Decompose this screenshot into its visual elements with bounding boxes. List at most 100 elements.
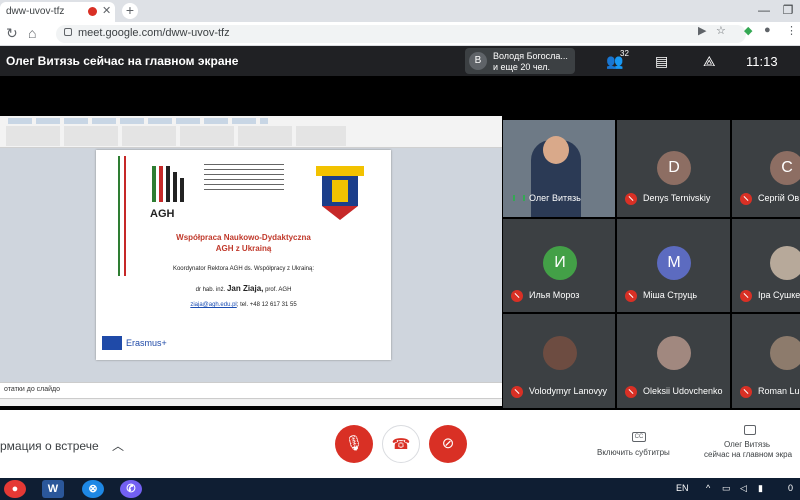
participant-name: Сергій Ов: [758, 193, 800, 203]
camera-toggle-button[interactable]: ⊘: [429, 425, 467, 463]
mic-muted-icon: [511, 290, 523, 302]
presenter-label-line2[interactable]: сейчас на главном экра: [704, 450, 792, 459]
agh-logo-icon: [152, 166, 184, 202]
participant-tile[interactable]: Олег Витязь: [503, 120, 615, 217]
presenting-title: Олег Витязь сейчас на главном экране: [6, 54, 239, 68]
participant-tile[interactable]: Oleksii Udovchenko: [617, 314, 730, 408]
avatar: М: [657, 246, 691, 280]
participants-chip[interactable]: В Володя Богосла... и еще 20 чел.: [465, 48, 575, 74]
app-taskbar-icon[interactable]: ⊗: [82, 480, 104, 498]
avatar: И: [543, 246, 577, 280]
meeting-details-button[interactable]: рмация о встрече ︿: [0, 437, 124, 454]
participant-tile[interactable]: D Denys Ternivskiy: [617, 120, 730, 217]
reload-icon[interactable]: ↻: [6, 25, 18, 42]
agh-description: [204, 164, 284, 192]
network-icon[interactable]: ▭: [722, 483, 731, 494]
chip-name: Володя Богосла...: [493, 51, 568, 61]
participant-name: Volodymyr Lanovyy: [529, 386, 608, 396]
chip-others: и еще 20 чел.: [493, 62, 551, 72]
mic-muted-icon: [625, 290, 637, 302]
avatar: [770, 246, 800, 280]
faculty-crest-icon: [316, 166, 364, 220]
browser-tab[interactable]: dww-uvov-tfz ✕: [0, 2, 115, 22]
hang-up-icon: ☎: [391, 436, 411, 453]
tab-close-icon[interactable]: ✕: [102, 4, 111, 17]
erasmus-label: Erasmus+: [126, 338, 167, 348]
meet-control-bar: рмация о встрече ︿ 🎙 ☎ ⊘ CC Включить суб…: [0, 410, 800, 478]
browser-tab-strip: dww-uvov-tfz ✕ + — ❐: [0, 0, 800, 22]
activities-icon[interactable]: ⟁: [703, 53, 716, 70]
address-bar[interactable]: meet.google.com/dww-uvov-tfz: [56, 25, 746, 43]
home-icon[interactable]: ⌂: [28, 25, 36, 41]
battery-icon[interactable]: ▮: [758, 483, 763, 494]
participant-count: 32: [620, 49, 629, 58]
participant-name: Іра Сушке: [758, 290, 800, 300]
mic-toggle-button[interactable]: 🎙: [335, 425, 373, 463]
participant-name: Илья Мороз: [529, 290, 580, 300]
avatar: [657, 336, 691, 370]
meeting-info-label: рмация о встрече: [0, 439, 99, 453]
ppt-statusbar: [0, 398, 502, 406]
avatar: [770, 336, 800, 370]
word-taskbar-icon[interactable]: W: [42, 480, 64, 498]
participant-tile[interactable]: М Міша Струць: [617, 219, 730, 312]
speaker-icon[interactable]: ◁: [740, 483, 747, 494]
green-line: [118, 156, 120, 276]
participant-tile[interactable]: Roman Lu: [732, 314, 800, 408]
viber-taskbar-icon[interactable]: ✆: [120, 480, 142, 498]
slide-name-line: dr hab. inż. Jan Ziaja, prof. AGH: [96, 284, 391, 293]
chevron-up-icon: ︿: [111, 439, 124, 453]
window-restore-button[interactable]: ❐: [776, 0, 800, 22]
meeting-stage: AGH Współpraca Naukowo-Dydaktyczna AGH z…: [0, 76, 800, 410]
mic-muted-icon: [625, 386, 637, 398]
ribbon-tabs: [8, 118, 268, 124]
mic-muted-icon: [740, 386, 752, 398]
agh-label: AGH: [150, 208, 175, 220]
chrome-taskbar-icon[interactable]: ●: [4, 480, 26, 498]
window-minimize-button[interactable]: —: [752, 0, 776, 22]
extension-shield-icon[interactable]: ◆: [744, 24, 752, 37]
avatar: [543, 336, 577, 370]
captions-icon[interactable]: CC: [632, 432, 646, 442]
mic-muted-icon: [740, 290, 752, 302]
tab-title: dww-uvov-tfz: [6, 6, 65, 17]
recording-indicator-icon: [88, 7, 97, 16]
shared-screen: AGH Współpraca Naukowo-Dydaktyczna AGH z…: [0, 116, 502, 406]
participant-tile[interactable]: Іра Сушке: [732, 219, 800, 312]
account-avatar-icon[interactable]: ●: [764, 24, 771, 36]
avatar: В: [469, 52, 487, 70]
browser-toolbar: ↻ ⌂ meet.google.com/dww-uvov-tfz ▶ ☆ ◆ ●…: [0, 22, 800, 46]
eu-flag-icon: [102, 336, 122, 350]
red-line: [124, 156, 126, 276]
participant-tile[interactable]: С Сергій Ов: [732, 120, 800, 217]
lock-icon: [64, 28, 72, 36]
os-taskbar: ● W ⊗ ✆ EN ^ ▭ ◁ ▮ 0: [0, 478, 800, 500]
meet-top-bar: Олег Витязь сейчас на главном экране В В…: [0, 46, 800, 76]
chat-icon[interactable]: ▤: [655, 53, 668, 70]
menu-dots-icon[interactable]: ⋮: [786, 24, 797, 37]
mic-muted-icon: [511, 386, 523, 398]
language-indicator[interactable]: EN: [676, 483, 689, 493]
slide-title-line1: Współpraca Naukowo-Dydaktyczna: [176, 233, 311, 242]
slide-title-line2: AGH z Ukrainą: [215, 244, 272, 253]
meeting-clock: 11:13: [746, 54, 778, 69]
mic-muted-icon: [740, 193, 752, 205]
ribbon-groups: [6, 126, 346, 146]
participant-name: Oleksii Udovchenko: [643, 386, 723, 396]
participant-tile[interactable]: И Илья Мороз: [503, 219, 615, 312]
avatar: С: [770, 151, 800, 185]
tray-up-icon[interactable]: ^: [706, 483, 710, 493]
slide-coordinator: Koordynator Rektora AGH ds. Współpracy z…: [172, 266, 315, 272]
mic-active-icon: [511, 192, 525, 204]
presenter-label-line1[interactable]: Олег Витязь: [724, 440, 770, 449]
email-link: ziaja@agh.edu.pl: [190, 302, 237, 308]
captions-button-label[interactable]: Включить субтитры: [597, 448, 670, 457]
star-icon[interactable]: ☆: [716, 24, 726, 37]
tray-clock[interactable]: 0: [788, 483, 793, 493]
mic-muted-icon: [625, 193, 637, 205]
leave-call-button[interactable]: ☎: [382, 425, 420, 463]
camera-icon[interactable]: ▶: [698, 24, 706, 37]
present-now-icon[interactable]: [744, 425, 756, 435]
new-tab-button[interactable]: +: [122, 3, 138, 19]
participant-tile[interactable]: Volodymyr Lanovyy: [503, 314, 615, 408]
